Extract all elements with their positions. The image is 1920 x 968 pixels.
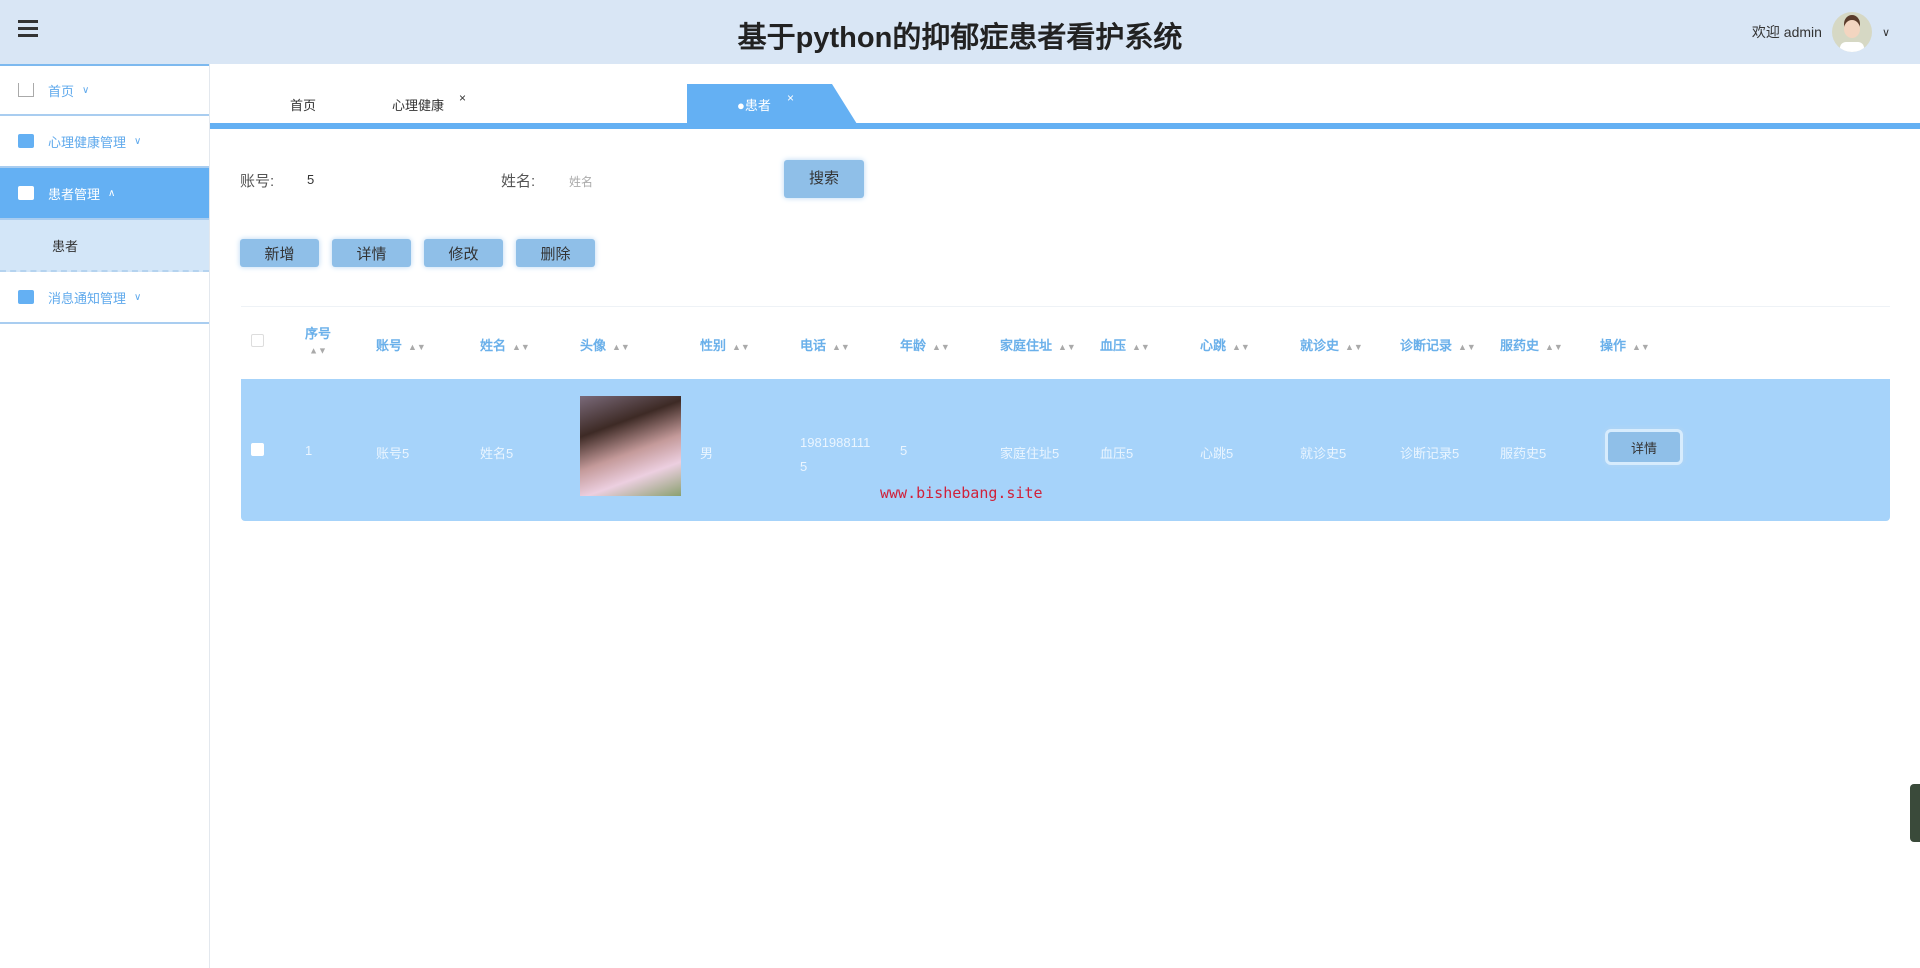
chevron-down-icon: ∨: [82, 84, 90, 96]
column-header-blood-pressure[interactable]: 血压 ▲▼: [1100, 335, 1150, 354]
column-header-diagnosis[interactable]: 诊断记录 ▲▼: [1400, 335, 1476, 354]
account-input[interactable]: 5: [307, 172, 477, 192]
chevron-down-icon: ∨: [134, 291, 142, 303]
chevron-up-icon: ∧: [108, 187, 116, 199]
tab-home[interactable]: 首页: [290, 84, 316, 124]
sort-icon[interactable]: ▲▼: [1232, 342, 1250, 352]
cell-name: 姓名5: [480, 446, 514, 461]
cell-blood-pressure: 血压5: [1100, 446, 1134, 461]
sort-icon[interactable]: ▲▼: [408, 342, 426, 352]
tab-underline: [210, 123, 1920, 129]
column-header-avatar[interactable]: 头像 ▲▼: [580, 335, 630, 354]
account-label: 账号:: [240, 173, 275, 190]
close-icon[interactable]: ×: [787, 84, 794, 120]
sort-icon[interactable]: ▲▼: [832, 342, 850, 352]
search-button[interactable]: 搜索: [784, 160, 864, 198]
tab-bar: 首页 心理健康 × ●患者 ×: [210, 64, 1920, 124]
sort-icon[interactable]: ▲▼: [1345, 342, 1363, 352]
side-widget-handle[interactable]: [1910, 784, 1920, 842]
sort-icon[interactable]: ▲▼: [932, 342, 950, 352]
briefcase-icon: [18, 134, 34, 148]
sidebar-subitem-patient[interactable]: 患者: [0, 220, 209, 272]
select-all-checkbox[interactable]: [251, 334, 264, 347]
sort-icon[interactable]: ▲▼: [1458, 342, 1476, 352]
tab-mental-health[interactable]: 心理健康 ×: [392, 84, 466, 124]
chevron-down-icon: ∨: [134, 135, 142, 147]
sort-icon[interactable]: ▲▼: [1545, 342, 1563, 352]
header: 基于python的抑郁症患者看护系统 欢迎 admin ∨: [0, 0, 1920, 64]
patient-avatar-image: [580, 396, 681, 496]
column-header-age[interactable]: 年龄 ▲▼: [900, 335, 950, 354]
delete-button[interactable]: 删除: [516, 239, 595, 267]
cell-index: 1: [305, 443, 313, 458]
cell-address: 家庭住址5: [1000, 446, 1060, 461]
page-title: 基于python的抑郁症患者看护系统: [737, 22, 1183, 54]
cell-heart-rate: 心跳5: [1200, 446, 1234, 461]
sort-icon[interactable]: ▲▼: [1632, 342, 1650, 352]
column-header-actions[interactable]: 操作 ▲▼: [1600, 335, 1650, 354]
name-input[interactable]: 姓名: [569, 173, 739, 193]
column-header-name[interactable]: 姓名 ▲▼: [480, 335, 530, 354]
row-checkbox[interactable]: [251, 443, 264, 456]
watermark: www.bishebang.site: [880, 484, 1043, 502]
detail-button[interactable]: 详情: [332, 239, 411, 267]
sort-icon[interactable]: ▲▼: [512, 342, 530, 352]
cell-age: 5: [900, 443, 908, 458]
column-header-address[interactable]: 家庭住址 ▲▼: [1000, 335, 1076, 354]
cell-account: 账号5: [376, 446, 410, 461]
add-button[interactable]: 新增: [240, 239, 319, 267]
column-header-medication[interactable]: 服药史 ▲▼: [1500, 335, 1563, 354]
close-icon[interactable]: ×: [459, 76, 466, 120]
sidebar-item-notifications[interactable]: 消息通知管理 ∨: [0, 272, 209, 324]
tab-patient[interactable]: ●患者 ×: [687, 84, 857, 124]
cell-medication: 服药史5: [1500, 446, 1547, 461]
chevron-down-icon[interactable]: ∨: [1882, 26, 1890, 39]
column-header-index[interactable]: 序号 ▲▼: [305, 323, 331, 357]
sort-icon[interactable]: ▲▼: [612, 342, 630, 352]
sort-icon[interactable]: ▲▼: [309, 346, 327, 356]
sort-icon[interactable]: ▲▼: [1132, 342, 1150, 352]
sort-icon[interactable]: ▲▼: [1058, 342, 1076, 352]
chart-icon: [18, 186, 34, 200]
avatar[interactable]: [1831, 12, 1872, 52]
table-row[interactable]: 1 账号5 姓名5 男 1981988111 5 5 家庭住址5 血压5 心跳5 …: [241, 379, 1890, 521]
sort-icon[interactable]: ▲▼: [732, 342, 750, 352]
column-header-account[interactable]: 账号 ▲▼: [376, 335, 426, 354]
column-header-gender[interactable]: 性别 ▲▼: [700, 335, 750, 354]
edit-button[interactable]: 修改: [424, 239, 503, 267]
column-header-phone[interactable]: 电话 ▲▼: [800, 335, 850, 354]
cell-diagnosis: 诊断记录5: [1400, 446, 1460, 461]
cell-visit-history: 就诊史5: [1300, 446, 1347, 461]
sidebar-item-patient-management[interactable]: 患者管理 ∧: [0, 168, 209, 220]
home-icon: [18, 83, 34, 97]
sidebar-item-mental-health[interactable]: 心理健康管理 ∨: [0, 116, 209, 168]
column-header-heart-rate[interactable]: 心跳 ▲▼: [1200, 335, 1250, 354]
table-header: 序号 ▲▼ 账号 ▲▼ 姓名 ▲▼ 头像 ▲▼ 性别 ▲▼ 电话 ▲▼ 年龄 ▲▼ 家庭住址 ▲…: [241, 307, 1890, 379]
welcome-text: 欢迎 admin: [1751, 24, 1822, 40]
cell-gender: 男: [700, 446, 714, 461]
patient-table: 序号 ▲▼ 账号 ▲▼ 姓名 ▲▼ 头像 ▲▼ 性别 ▲▼ 电话 ▲▼ 年龄 ▲▼ 家庭住址 ▲…: [241, 306, 1890, 521]
sidebar-item-home[interactable]: 首页 ∨: [0, 64, 209, 116]
user-menu[interactable]: 欢迎 admin ∨: [1752, 12, 1890, 52]
name-label: 姓名:: [501, 173, 536, 190]
cell-phone: 1981988111 5: [800, 435, 871, 474]
sidebar: 首页 ∨ 心理健康管理 ∨ 患者管理 ∧ 患者 消息通知管理 ∨: [0, 64, 210, 968]
toggle-icon: [18, 290, 34, 304]
row-detail-button[interactable]: 详情: [1605, 429, 1683, 465]
column-header-visit-history[interactable]: 就诊史 ▲▼: [1300, 335, 1363, 354]
